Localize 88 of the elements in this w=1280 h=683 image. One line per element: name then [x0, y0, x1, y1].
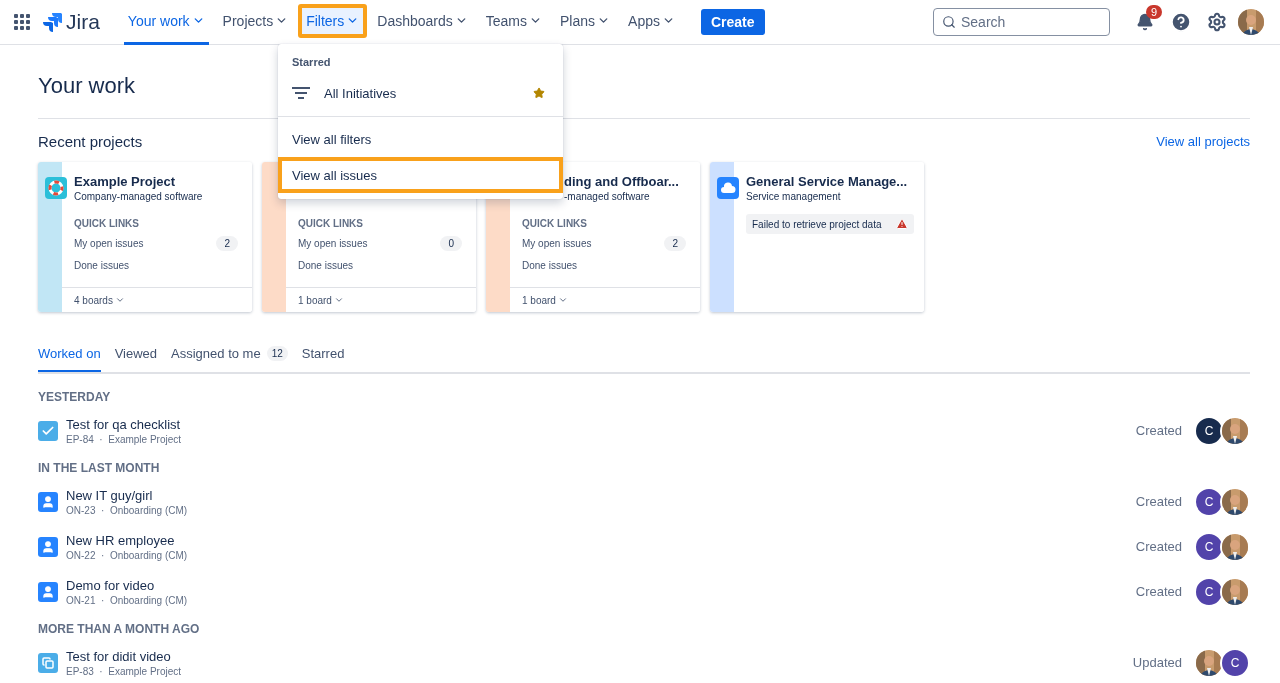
avatar[interactable]: C: [1194, 576, 1224, 607]
count-badge: 0: [440, 235, 462, 251]
tab[interactable]: Starred: [301, 346, 345, 372]
project-type: Company-managed software: [74, 191, 203, 202]
quick-link[interactable]: Done issues: [298, 259, 354, 271]
notification-badge: 9: [1145, 5, 1162, 19]
project-title[interactable]: General Service Manage...: [746, 174, 908, 189]
project-type: -managed software: [564, 191, 651, 202]
quick-link[interactable]: Done issues: [522, 259, 578, 271]
chevron-down-icon: [114, 295, 125, 305]
search-field[interactable]: Search: [933, 8, 1110, 36]
menu-item[interactable]: View all filters: [278, 121, 563, 157]
lifebuoy-icon: [45, 177, 67, 199]
activity-label: Updated: [1132, 655, 1182, 670]
avatar[interactable]: C: [1194, 415, 1224, 446]
error-message: Failed to retrieve project data: [746, 214, 914, 234]
issue-meta: ON-23 · Onboarding (CM): [66, 504, 189, 516]
person-icon: [38, 491, 58, 512]
issue-meta: ON-22 · Onboarding (CM): [66, 549, 189, 561]
nav-menu[interactable]: Your work: [119, 3, 213, 38]
project-card[interactable]: ding and Offboar... -managed software QUICK LINKS My open issues 2 Done issues 1 board: [486, 162, 700, 312]
issue-meta: EP-83 · Example Project: [66, 665, 183, 677]
avatar[interactable]: C: [1194, 486, 1224, 517]
notifications-button[interactable]: 9: [1130, 7, 1160, 37]
menu-item[interactable]: All Initiatives: [278, 78, 563, 108]
view-all-link[interactable]: View all projects: [1156, 134, 1250, 149]
nav-menu[interactable]: Filters: [298, 3, 368, 38]
issue-title[interactable]: Test for didit video: [66, 648, 1133, 664]
project-title[interactable]: Example Project: [74, 174, 203, 189]
quick-link[interactable]: My open issues: [522, 237, 592, 249]
menu-item[interactable]: View all issues: [278, 157, 563, 193]
create-button[interactable]: Create: [701, 9, 765, 35]
section-label: QUICK LINKS: [298, 218, 364, 231]
nav-menu[interactable]: Teams: [477, 3, 551, 38]
avatar[interactable]: C: [1220, 647, 1250, 678]
quick-link[interactable]: My open issues: [74, 237, 144, 249]
nav-menu[interactable]: Dashboards: [369, 3, 476, 38]
project-title[interactable]: ding and Offboar...: [564, 174, 679, 189]
person-icon: [38, 581, 58, 602]
count-badge: 2: [216, 235, 238, 251]
tab[interactable]: Viewed: [114, 346, 158, 372]
boards-dropdown[interactable]: 4 boards: [74, 294, 125, 306]
tab[interactable]: Worked on: [38, 346, 101, 372]
group-heading: YESTERDAY: [38, 389, 112, 406]
issue-meta: EP-84 · Example Project: [66, 433, 183, 445]
filter-icon: [292, 86, 310, 100]
help-icon: [1170, 11, 1192, 33]
project-card[interactable]: Example Project Company-managed software QUICK LINKS My open issues 2 Done issues 4 boards: [38, 162, 252, 312]
issue-title[interactable]: Test for qa checklist: [66, 416, 1136, 432]
menu-heading: Starred: [291, 56, 332, 70]
warning-icon: [896, 218, 908, 230]
activity-label: Created: [1135, 584, 1182, 599]
subtask-icon: [38, 652, 58, 673]
tab[interactable]: Assigned to me 12: [171, 346, 288, 372]
section-label: QUICK LINKS: [74, 218, 140, 231]
app-grid-icon[interactable]: [14, 14, 30, 30]
group-heading: IN THE LAST MONTH: [38, 460, 161, 477]
activity-label: Created: [1135, 539, 1182, 554]
issue-title[interactable]: New HR employee: [66, 532, 1136, 548]
group-heading: MORE THAN A MONTH AGO: [38, 621, 201, 638]
count-badge: 2: [664, 235, 686, 251]
nav-menu[interactable]: Projects: [214, 3, 297, 38]
chevron-down-icon: [333, 295, 344, 305]
logo-icon: [42, 12, 62, 32]
avatar[interactable]: C: [1194, 531, 1224, 562]
cloud-icon: [717, 177, 739, 199]
activity-label: Created: [1135, 494, 1182, 509]
boards-dropdown[interactable]: 1 board: [522, 294, 568, 306]
checkbox-icon: [38, 420, 58, 441]
issue-meta: ON-21 · Onboarding (CM): [66, 594, 189, 606]
section-title: Recent projects: [38, 133, 143, 150]
issue-title[interactable]: Demo for video: [66, 577, 1136, 593]
nav-menu[interactable]: Plans: [552, 3, 619, 38]
activity-label: Created: [1135, 423, 1182, 438]
issue-title[interactable]: New IT guy/girl: [66, 487, 1136, 503]
project-card[interactable]: General Service Manage... Service management Failed to retrieve project data: [710, 162, 924, 312]
boards-dropdown[interactable]: 1 board: [298, 294, 344, 306]
section-label: QUICK LINKS: [522, 218, 588, 231]
count-badge: 12: [266, 346, 288, 361]
quick-link[interactable]: Done issues: [74, 259, 130, 271]
quick-link[interactable]: My open issues: [298, 237, 368, 249]
chevron-down-icon: [557, 295, 568, 305]
nav-menu[interactable]: Apps: [620, 3, 683, 38]
project-type: Service management: [746, 191, 842, 202]
search-icon: [942, 15, 956, 29]
settings-icon: [1207, 12, 1227, 32]
person-icon: [38, 536, 58, 557]
logo-text: Jira: [66, 10, 100, 34]
